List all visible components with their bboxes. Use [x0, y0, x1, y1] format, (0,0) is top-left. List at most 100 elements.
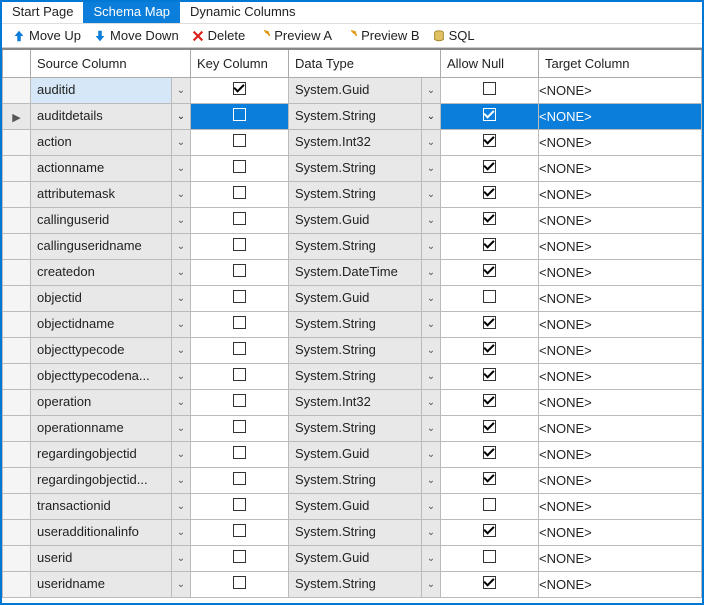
datatype-dropdown-button[interactable]: ⌄	[422, 468, 440, 493]
datatype-cell[interactable]: System.String	[289, 364, 422, 389]
source-dropdown-button[interactable]: ⌄	[172, 104, 190, 129]
col-target[interactable]: Target Column	[539, 49, 702, 77]
datatype-cell[interactable]: System.String	[289, 312, 422, 337]
datatype-dropdown-button[interactable]: ⌄	[422, 494, 440, 519]
key-checkbox[interactable]	[233, 368, 246, 381]
source-column-cell[interactable]: objectid	[31, 286, 172, 311]
datatype-cell[interactable]: System.String	[289, 182, 422, 207]
key-checkbox[interactable]	[233, 108, 246, 121]
table-row[interactable]: userid⌄System.Guid⌄<NONE>	[3, 545, 702, 571]
allownull-checkbox[interactable]	[483, 160, 496, 173]
allownull-checkbox[interactable]	[483, 342, 496, 355]
key-checkbox[interactable]	[233, 134, 246, 147]
row-header[interactable]	[3, 129, 31, 155]
source-dropdown-button[interactable]: ⌄	[172, 468, 190, 493]
source-dropdown-button[interactable]: ⌄	[172, 156, 190, 181]
source-dropdown-button[interactable]: ⌄	[172, 312, 190, 337]
row-header[interactable]	[3, 389, 31, 415]
allownull-checkbox[interactable]	[483, 576, 496, 589]
datatype-cell[interactable]: System.Guid	[289, 286, 422, 311]
preview-b-button[interactable]: Preview B	[340, 28, 424, 43]
source-column-cell[interactable]: action	[31, 130, 172, 155]
row-header[interactable]: ▶	[3, 103, 31, 129]
key-checkbox[interactable]	[233, 212, 246, 225]
delete-button[interactable]: Delete	[187, 28, 250, 43]
row-header[interactable]	[3, 493, 31, 519]
source-dropdown-button[interactable]: ⌄	[172, 364, 190, 389]
target-column-cell[interactable]: <NONE>	[539, 233, 702, 259]
target-column-cell[interactable]: <NONE>	[539, 441, 702, 467]
table-row[interactable]: objectidname⌄System.String⌄<NONE>	[3, 311, 702, 337]
source-column-cell[interactable]: operation	[31, 390, 172, 415]
target-column-cell[interactable]: <NONE>	[539, 415, 702, 441]
source-dropdown-button[interactable]: ⌄	[172, 572, 190, 597]
datatype-dropdown-button[interactable]: ⌄	[422, 416, 440, 441]
source-column-cell[interactable]: attributemask	[31, 182, 172, 207]
col-source[interactable]: Source Column	[31, 49, 191, 77]
datatype-dropdown-button[interactable]: ⌄	[422, 78, 440, 103]
table-row[interactable]: regardingobjectid⌄System.Guid⌄<NONE>	[3, 441, 702, 467]
datatype-cell[interactable]: System.Guid	[289, 494, 422, 519]
source-column-cell[interactable]: regardingobjectid	[31, 442, 172, 467]
source-column-cell[interactable]: useridname	[31, 572, 172, 597]
tab-schema-map[interactable]: Schema Map	[83, 2, 180, 23]
key-checkbox[interactable]	[233, 550, 246, 563]
datatype-cell[interactable]: System.String	[289, 520, 422, 545]
source-dropdown-button[interactable]: ⌄	[172, 390, 190, 415]
datatype-dropdown-button[interactable]: ⌄	[422, 130, 440, 155]
row-header[interactable]	[3, 363, 31, 389]
key-checkbox[interactable]	[233, 264, 246, 277]
key-checkbox[interactable]	[233, 290, 246, 303]
target-column-cell[interactable]: <NONE>	[539, 545, 702, 571]
datatype-dropdown-button[interactable]: ⌄	[422, 546, 440, 571]
datatype-cell[interactable]: System.Guid	[289, 208, 422, 233]
allownull-checkbox[interactable]	[483, 82, 496, 95]
key-checkbox[interactable]	[233, 342, 246, 355]
source-dropdown-button[interactable]: ⌄	[172, 182, 190, 207]
source-column-cell[interactable]: transactionid	[31, 494, 172, 519]
allownull-checkbox[interactable]	[483, 394, 496, 407]
datatype-cell[interactable]: System.String	[289, 156, 422, 181]
tab-dynamic-columns[interactable]: Dynamic Columns	[180, 2, 305, 23]
allownull-checkbox[interactable]	[483, 108, 496, 121]
allownull-checkbox[interactable]	[483, 498, 496, 511]
target-column-cell[interactable]: <NONE>	[539, 519, 702, 545]
table-row[interactable]: useridname⌄System.String⌄<NONE>	[3, 571, 702, 597]
datatype-dropdown-button[interactable]: ⌄	[422, 156, 440, 181]
source-column-cell[interactable]: regardingobjectid...	[31, 468, 172, 493]
datatype-dropdown-button[interactable]: ⌄	[422, 286, 440, 311]
row-header[interactable]	[3, 441, 31, 467]
allownull-checkbox[interactable]	[483, 420, 496, 433]
target-column-cell[interactable]: <NONE>	[539, 571, 702, 597]
datatype-dropdown-button[interactable]: ⌄	[422, 182, 440, 207]
table-row[interactable]: objectid⌄System.Guid⌄<NONE>	[3, 285, 702, 311]
source-dropdown-button[interactable]: ⌄	[172, 546, 190, 571]
datatype-cell[interactable]: System.Guid	[289, 442, 422, 467]
allownull-checkbox[interactable]	[483, 290, 496, 303]
row-header[interactable]	[3, 571, 31, 597]
key-checkbox[interactable]	[233, 160, 246, 173]
grid-container[interactable]: Source Column Key Column Data Type Allow…	[2, 48, 702, 603]
table-row[interactable]: operationname⌄System.String⌄<NONE>	[3, 415, 702, 441]
table-row[interactable]: objecttypecode⌄System.String⌄<NONE>	[3, 337, 702, 363]
key-checkbox[interactable]	[233, 238, 246, 251]
table-row[interactable]: attributemask⌄System.String⌄<NONE>	[3, 181, 702, 207]
allownull-checkbox[interactable]	[483, 186, 496, 199]
row-header[interactable]	[3, 545, 31, 571]
source-column-cell[interactable]: auditdetails	[31, 104, 172, 129]
key-checkbox[interactable]	[233, 186, 246, 199]
datatype-dropdown-button[interactable]: ⌄	[422, 390, 440, 415]
row-header[interactable]	[3, 337, 31, 363]
target-column-cell[interactable]: <NONE>	[539, 181, 702, 207]
allownull-checkbox[interactable]	[483, 446, 496, 459]
row-header[interactable]	[3, 207, 31, 233]
datatype-dropdown-button[interactable]: ⌄	[422, 234, 440, 259]
target-column-cell[interactable]: <NONE>	[539, 389, 702, 415]
datatype-cell[interactable]: System.String	[289, 338, 422, 363]
datatype-dropdown-button[interactable]: ⌄	[422, 260, 440, 285]
table-row[interactable]: operation⌄System.Int32⌄<NONE>	[3, 389, 702, 415]
allownull-checkbox[interactable]	[483, 368, 496, 381]
allownull-checkbox[interactable]	[483, 316, 496, 329]
allownull-checkbox[interactable]	[483, 134, 496, 147]
datatype-cell[interactable]: System.String	[289, 468, 422, 493]
